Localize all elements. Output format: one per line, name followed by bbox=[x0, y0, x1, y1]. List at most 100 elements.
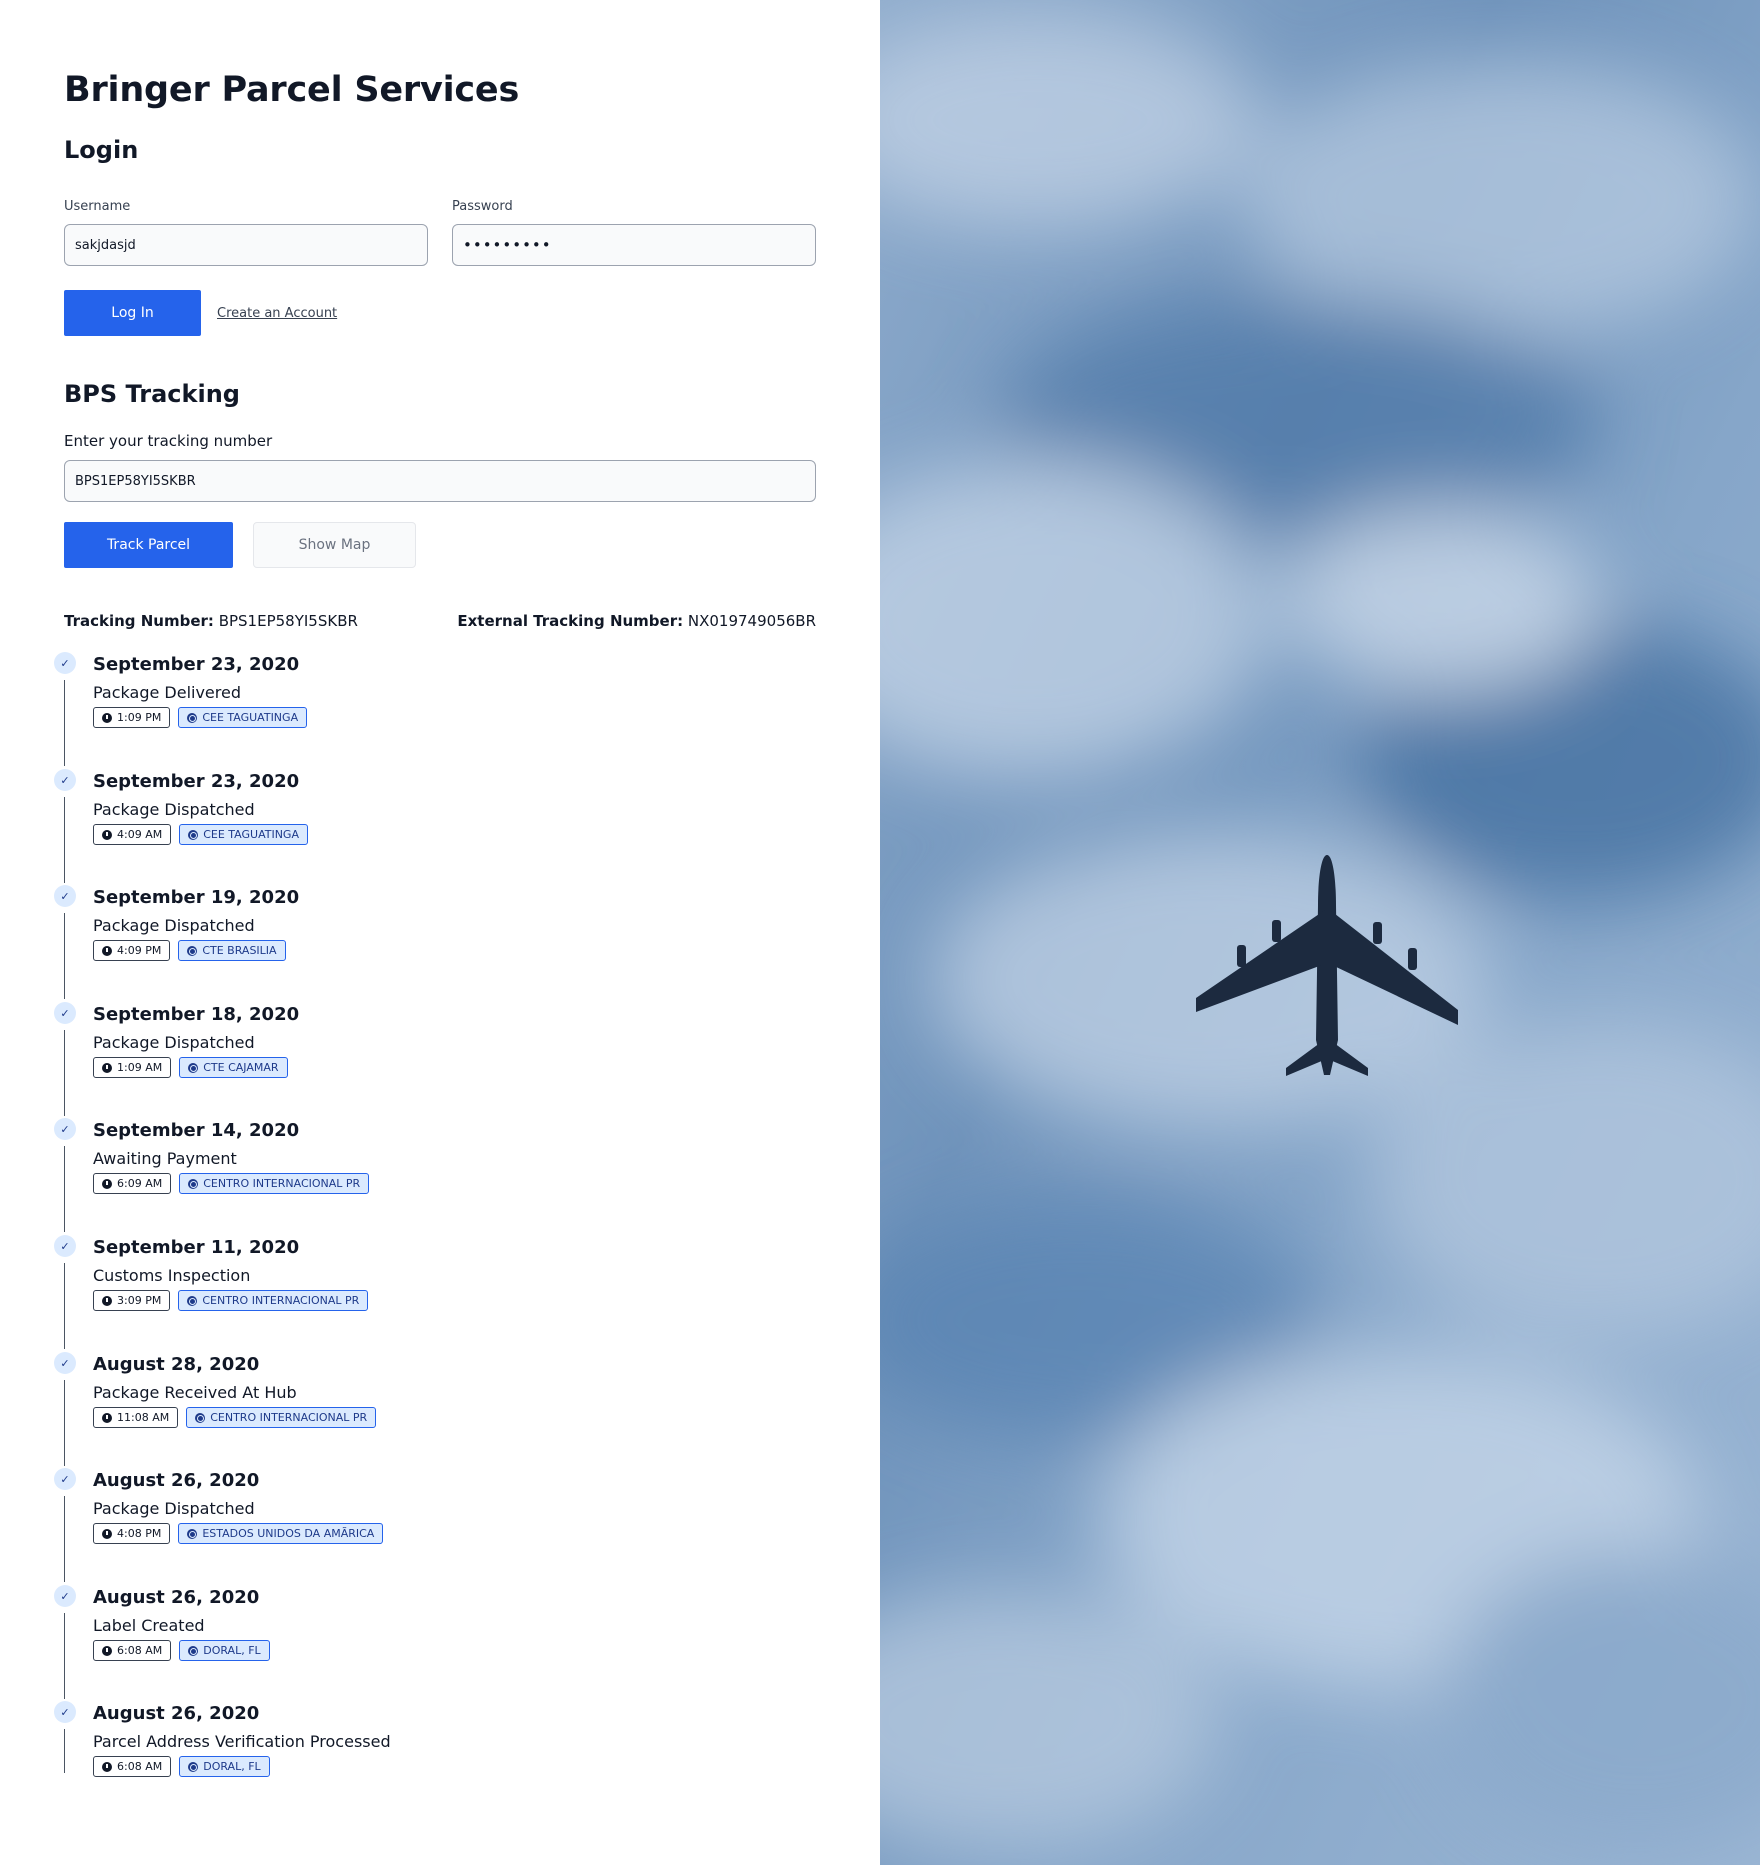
timeline-line bbox=[64, 680, 65, 766]
event-time-badge: 1:09 AM bbox=[93, 1057, 172, 1078]
event-date: September 23, 2020 bbox=[93, 771, 300, 792]
event-location: CEE TAGUATINGA bbox=[203, 828, 299, 841]
event-status: Package Dispatched bbox=[93, 916, 255, 935]
clock-icon bbox=[102, 945, 112, 956]
check-icon: ✓ bbox=[54, 769, 76, 791]
event-status: Customs Inspection bbox=[93, 1266, 251, 1285]
event-time-badge: 11:08 AM bbox=[93, 1407, 179, 1428]
create-account-link[interactable]: Create an Account bbox=[217, 306, 337, 321]
event-status: Label Created bbox=[93, 1616, 205, 1635]
event-location-badge: DORAL, FL bbox=[179, 1640, 270, 1661]
event-time-badge: 4:08 PM bbox=[93, 1523, 171, 1544]
login-heading: Login bbox=[64, 136, 139, 164]
clock-icon bbox=[102, 829, 112, 840]
timeline-line bbox=[64, 913, 65, 999]
event-time-badge: 6:09 AM bbox=[93, 1173, 172, 1194]
event-date: August 26, 2020 bbox=[93, 1470, 260, 1491]
event-time: 6:09 AM bbox=[117, 1177, 163, 1190]
timeline-event: ✓ September 23, 2020 Package Dispatched … bbox=[54, 767, 834, 884]
globe-icon bbox=[188, 1178, 199, 1189]
hero-image bbox=[880, 0, 1760, 1865]
tracking-input-label: Enter your tracking number bbox=[64, 432, 273, 450]
event-location-badge: CTE BRASILIA bbox=[178, 940, 286, 961]
check-icon: ✓ bbox=[54, 1585, 76, 1607]
timeline-line bbox=[64, 1729, 65, 1773]
external-tracking-label: External Tracking Number: bbox=[457, 612, 684, 630]
sky-airplane-image bbox=[880, 0, 1760, 1865]
tracking-number-input[interactable] bbox=[64, 460, 816, 502]
event-date: September 14, 2020 bbox=[93, 1120, 300, 1141]
event-date: September 19, 2020 bbox=[93, 887, 300, 908]
event-time: 1:09 AM bbox=[117, 1061, 163, 1074]
timeline-event: ✓ August 26, 2020 Parcel Address Verific… bbox=[54, 1699, 834, 1816]
timeline-event: ✓ August 26, 2020 Package Dispatched 4:0… bbox=[54, 1466, 834, 1583]
globe-icon bbox=[188, 1645, 199, 1656]
event-time: 11:08 AM bbox=[117, 1411, 170, 1424]
event-location: CENTRO INTERNACIONAL PR bbox=[210, 1411, 368, 1424]
event-time: 4:09 AM bbox=[117, 828, 163, 841]
timeline-line bbox=[64, 1613, 65, 1699]
event-time-badge: 3:09 PM bbox=[93, 1290, 171, 1311]
check-icon: ✓ bbox=[54, 652, 76, 674]
event-time-badge: 4:09 AM bbox=[93, 824, 172, 845]
globe-icon bbox=[187, 1528, 198, 1539]
username-input[interactable] bbox=[64, 224, 428, 266]
external-tracking-info: External Tracking Number: NX019749056BR bbox=[457, 612, 816, 630]
event-date: August 28, 2020 bbox=[93, 1354, 260, 1375]
globe-icon bbox=[187, 1295, 198, 1306]
tracking-number-value: BPS1EP58YI5SKBR bbox=[218, 612, 358, 630]
event-date: August 26, 2020 bbox=[93, 1703, 260, 1724]
clock-icon bbox=[102, 1528, 112, 1539]
event-location-badge: CENTRO INTERNACIONAL PR bbox=[186, 1407, 377, 1428]
clock-icon bbox=[102, 1295, 112, 1306]
event-location-badge: CENTRO INTERNACIONAL PR bbox=[179, 1173, 370, 1194]
password-label: Password bbox=[452, 199, 513, 214]
show-map-button[interactable]: Show Map bbox=[253, 522, 416, 568]
event-time: 6:08 AM bbox=[117, 1644, 163, 1657]
timeline-event: ✓ August 28, 2020 Package Received At Hu… bbox=[54, 1350, 834, 1467]
event-time-badge: 6:08 AM bbox=[93, 1640, 172, 1661]
globe-icon bbox=[188, 1062, 199, 1073]
password-input[interactable]: ••••••••• bbox=[452, 224, 816, 266]
check-icon: ✓ bbox=[54, 1352, 76, 1374]
event-location: CENTRO INTERNACIONAL PR bbox=[202, 1294, 360, 1307]
track-parcel-button[interactable]: Track Parcel bbox=[64, 522, 233, 568]
tracking-number-label: Tracking Number: bbox=[64, 612, 214, 630]
check-icon: ✓ bbox=[54, 1118, 76, 1140]
username-label: Username bbox=[64, 199, 131, 214]
timeline-event: ✓ September 14, 2020 Awaiting Payment 6:… bbox=[54, 1116, 834, 1233]
event-date: August 26, 2020 bbox=[93, 1587, 260, 1608]
event-time: 1:09 PM bbox=[117, 711, 162, 724]
event-location: DORAL, FL bbox=[203, 1760, 261, 1773]
clock-icon bbox=[102, 1412, 112, 1423]
login-button[interactable]: Log In bbox=[64, 290, 201, 336]
globe-icon bbox=[187, 712, 198, 723]
event-status: Package Received At Hub bbox=[93, 1383, 297, 1402]
globe-icon bbox=[188, 1761, 199, 1772]
event-time-badge: 4:09 PM bbox=[93, 940, 171, 961]
app-title: Bringer Parcel Services bbox=[64, 70, 520, 110]
event-date: September 23, 2020 bbox=[93, 654, 300, 675]
event-time: 4:08 PM bbox=[117, 1527, 162, 1540]
tracking-heading: BPS Tracking bbox=[64, 380, 240, 408]
event-status: Package Dispatched bbox=[93, 1033, 255, 1052]
check-icon: ✓ bbox=[54, 1468, 76, 1490]
globe-icon bbox=[195, 1412, 206, 1423]
tracking-number-info: Tracking Number: BPS1EP58YI5SKBR bbox=[64, 612, 358, 630]
clock-icon bbox=[102, 1645, 112, 1656]
timeline-line bbox=[64, 797, 65, 883]
event-time: 3:09 PM bbox=[117, 1294, 162, 1307]
event-location: DORAL, FL bbox=[203, 1644, 261, 1657]
timeline-event: ✓ September 19, 2020 Package Dispatched … bbox=[54, 883, 834, 1000]
timeline-event: ✓ September 18, 2020 Package Dispatched … bbox=[54, 1000, 834, 1117]
event-location: CEE TAGUATINGA bbox=[202, 711, 299, 724]
event-location: CENTRO INTERNACIONAL PR bbox=[203, 1177, 361, 1190]
clock-icon bbox=[102, 1062, 112, 1073]
event-status: Package Delivered bbox=[93, 683, 241, 702]
timeline-line bbox=[64, 1380, 65, 1466]
globe-icon bbox=[187, 945, 198, 956]
timeline-event: ✓ September 23, 2020 Package Delivered 1… bbox=[54, 650, 834, 767]
timeline-event: ✓ August 26, 2020 Label Created 6:08 AM … bbox=[54, 1583, 834, 1700]
timeline-line bbox=[64, 1496, 65, 1582]
event-time: 4:09 PM bbox=[117, 944, 162, 957]
